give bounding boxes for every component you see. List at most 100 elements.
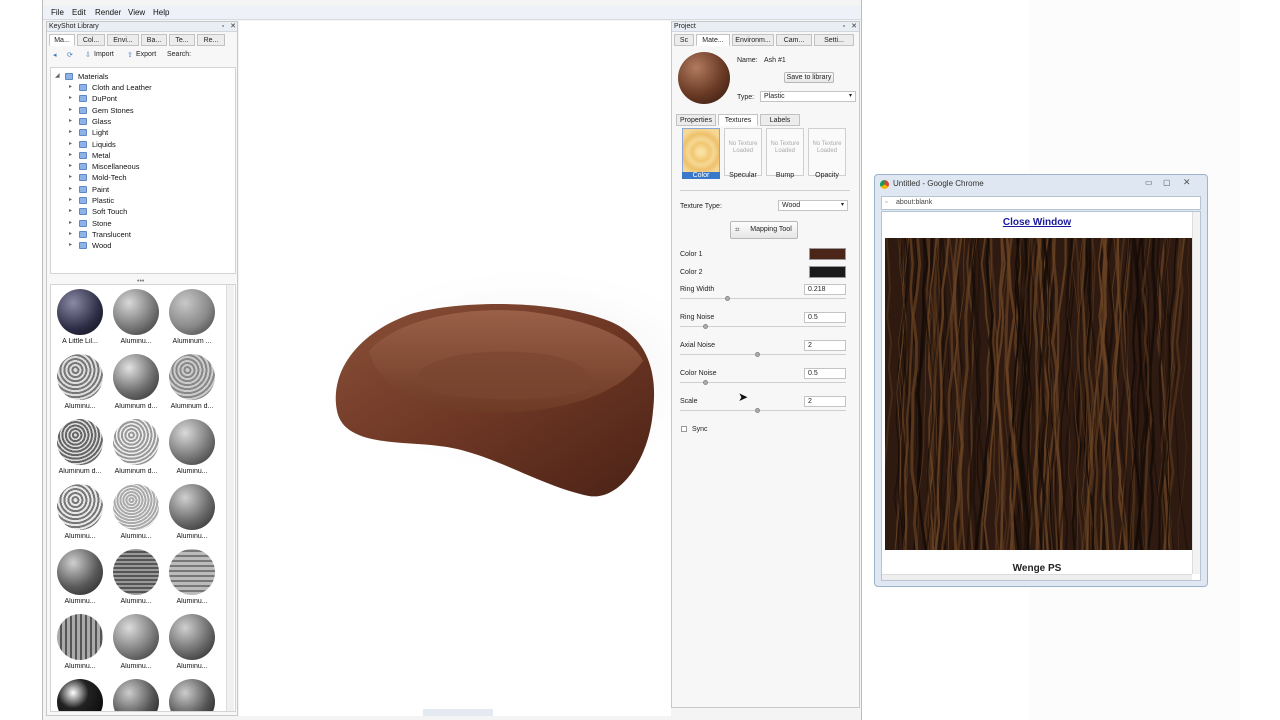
tree-item[interactable]: ▸ Metal [51,150,231,161]
param-slider-knob[interactable] [725,296,730,301]
tab-backplates[interactable]: Ba... [141,34,167,46]
maximize-icon[interactable]: ▢ [1163,178,1171,187]
tree-item[interactable]: ▸ Stone [51,218,231,229]
material-thumbnail[interactable] [169,614,215,660]
material-thumbnail[interactable] [57,289,103,335]
material-thumbnail[interactable] [57,679,103,711]
save-to-library-button[interactable]: Save to library [784,72,834,83]
material-thumbnail[interactable] [57,354,103,400]
collapse-arrow-icon[interactable]: ◢ [55,71,61,82]
material-thumbnail[interactable] [113,419,159,465]
material-thumbnail[interactable] [57,614,103,660]
material-thumbnail[interactable] [57,484,103,530]
tab-textures[interactable]: Textures [718,114,758,126]
material-thumbnail[interactable] [169,549,215,595]
material-thumbnail[interactable] [113,484,159,530]
tab-materials[interactable]: Ma... [49,34,75,46]
material-thumbnail[interactable] [57,549,103,595]
texture-type-select[interactable]: Wood ▾ [778,200,848,211]
tab-properties[interactable]: Properties [676,114,716,126]
menu-file[interactable]: File [51,8,64,17]
float-icon[interactable]: ▫ [840,23,848,31]
material-thumbnail[interactable] [113,354,159,400]
tree-item[interactable]: ▸ Gem Stones [51,105,231,116]
param-slider-knob[interactable] [702,380,708,385]
expand-arrow-icon[interactable]: ▸ [69,139,75,150]
param-slider-knob[interactable] [755,408,760,413]
expand-arrow-icon[interactable]: ▸ [69,161,75,172]
vertical-scrollbar[interactable] [1192,212,1200,574]
tree-item[interactable]: ▸ Glass [51,116,231,127]
material-thumbnail[interactable] [169,354,215,400]
refresh-icon[interactable]: ⟳ [67,51,73,59]
expand-arrow-icon[interactable]: ▸ [69,206,75,217]
type-select[interactable]: Plastic ▾ [760,91,856,102]
address-bar[interactable]: ▫ about:blank [881,196,1201,210]
menu-help[interactable]: Help [153,8,169,17]
close-icon[interactable]: ✕ [229,23,237,31]
horizontal-scrollbar[interactable] [882,574,1192,580]
tab-material[interactable]: Mate... [696,34,730,46]
expand-arrow-icon[interactable]: ▸ [69,229,75,240]
tree-root[interactable]: ◢ Materials [51,71,231,82]
param-value-field[interactable]: 0.218 [804,284,846,295]
expand-arrow-icon[interactable]: ▸ [69,218,75,229]
close-icon[interactable]: ✕ [1183,177,1191,188]
close-window-link[interactable]: Close Window [882,217,1192,228]
expand-arrow-icon[interactable]: ▸ [69,93,75,104]
tab-scene[interactable]: Sc [674,34,694,46]
tree-item[interactable]: ▸ DuPont [51,93,231,104]
menu-view[interactable]: View [128,8,145,17]
param-slider-track[interactable] [680,298,846,299]
tab-environment[interactable]: Environm... [732,34,774,46]
material-thumbnail[interactable] [169,419,215,465]
texture-slot-specular[interactable]: No Texture Loaded [724,128,762,176]
expand-arrow-icon[interactable]: ▸ [69,105,75,116]
color2-swatch[interactable] [809,266,846,278]
export-button[interactable]: Export [136,51,156,58]
material-thumbnail[interactable] [113,549,159,595]
material-thumbnail[interactable] [113,614,159,660]
texture-slot-opacity[interactable]: No Texture Loaded [808,128,846,176]
minimize-icon[interactable]: ▭ [1145,178,1153,187]
tree-item[interactable]: ▸ Cloth and Leather [51,82,231,93]
param-value-field[interactable]: 2 [804,340,846,351]
param-value-field[interactable]: 0.5 [804,312,846,323]
thumbnail-scrollbar[interactable] [226,285,234,711]
tree-item[interactable]: ▸ Liquids [51,139,231,150]
back-icon[interactable]: ◂ [53,51,57,59]
close-icon[interactable]: ✕ [850,23,858,31]
tab-labels[interactable]: Labels [760,114,800,126]
mapping-tool-button[interactable]: ⌗ Mapping Tool [730,221,798,239]
float-icon[interactable]: ▫ [219,23,227,31]
texture-slot-bump[interactable]: No Texture Loaded [766,128,804,176]
material-thumbnail[interactable] [169,289,215,335]
expand-arrow-icon[interactable]: ▸ [69,116,75,127]
color1-swatch[interactable] [809,248,846,260]
texture-slot-color[interactable] [682,128,720,176]
tab-renders[interactable]: Re... [197,34,225,46]
material-thumbnail[interactable] [113,679,159,711]
material-thumbnail[interactable] [57,419,103,465]
material-thumbnail[interactable] [113,289,159,335]
tree-item[interactable]: ▸ Plastic [51,195,231,206]
material-thumbnail[interactable] [169,679,215,711]
expand-arrow-icon[interactable]: ▸ [69,82,75,93]
expand-arrow-icon[interactable]: ▸ [69,240,75,251]
import-button[interactable]: Import [94,51,114,58]
tree-item[interactable]: ▸ Wood [51,240,231,251]
tab-textures[interactable]: Te... [169,34,195,46]
name-field[interactable]: Ash #1 [760,55,856,66]
tree-item[interactable]: ▸ Miscellaneous [51,161,231,172]
sync-checkbox[interactable] [681,426,687,432]
tree-item[interactable]: ▸ Soft Touch [51,206,231,217]
tab-settings[interactable]: Setti... [814,34,854,46]
expand-arrow-icon[interactable]: ▸ [69,150,75,161]
tab-camera[interactable]: Cam... [776,34,812,46]
expand-arrow-icon[interactable]: ▸ [69,195,75,206]
tab-colors[interactable]: Col... [77,34,105,46]
tree-item[interactable]: ▸ Paint [51,184,231,195]
param-value-field[interactable]: 2 [804,396,846,407]
expand-arrow-icon[interactable]: ▸ [69,184,75,195]
menu-edit[interactable]: Edit [72,8,86,17]
